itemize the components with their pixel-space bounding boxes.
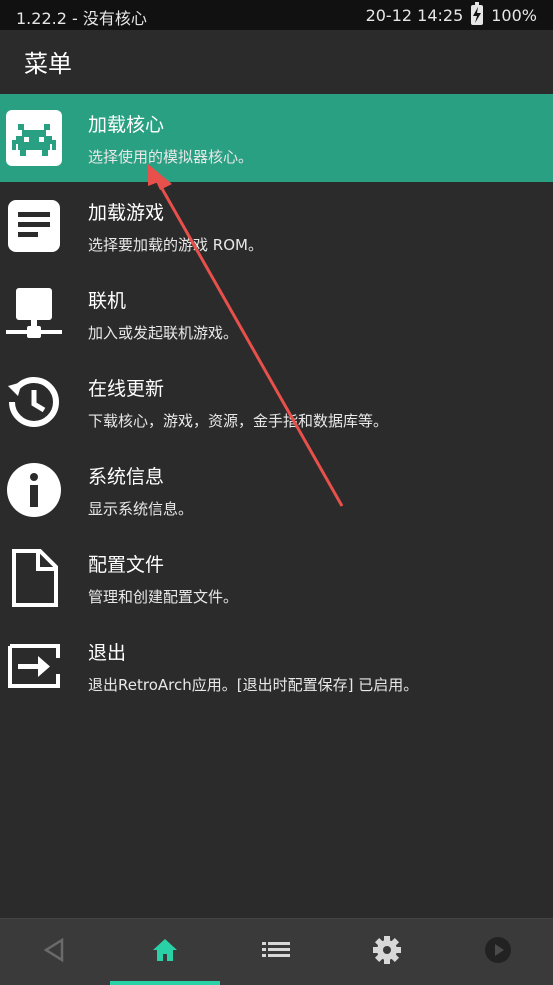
bottom-navigation — [0, 918, 553, 985]
nav-list-button[interactable] — [221, 919, 331, 985]
status-app-version: 1.22.2 - 没有核心 — [16, 9, 147, 28]
menu-item-load-content[interactable]: 加载游戏 选择要加载的游戏 ROM。 — [0, 182, 553, 270]
status-bar: 1.22.2 - 没有核心 20-12 14:25 100% — [0, 0, 553, 30]
menu-item-description: 加入或发起联机游戏。 — [88, 324, 239, 342]
update-clock-icon — [4, 372, 64, 432]
back-triangle-icon — [42, 937, 68, 967]
status-battery-percent: 100% — [491, 5, 537, 25]
menu-item-label: 加载核心 — [88, 114, 165, 136]
nav-selected-indicator — [110, 981, 220, 985]
menu-item-netplay[interactable]: 联机 加入或发起联机游戏。 — [0, 270, 553, 358]
menu-item-description: 选择要加载的游戏 ROM。 — [88, 236, 263, 254]
menu-item-configuration-file[interactable]: 配置文件 管理和创建配置文件。 — [0, 534, 553, 622]
menu-item-label: 加载游戏 — [88, 202, 165, 224]
menu-item-label: 退出 — [88, 642, 127, 664]
page-title: 菜单 — [24, 50, 72, 78]
exit-icon — [4, 636, 64, 696]
network-monitor-icon — [4, 284, 64, 344]
menu-item-label: 配置文件 — [88, 554, 165, 576]
menu-item-label: 联机 — [88, 290, 127, 312]
battery-icon — [471, 2, 484, 25]
file-icon — [4, 548, 64, 608]
menu-item-description: 管理和创建配置文件。 — [88, 588, 239, 606]
play-icon — [484, 936, 512, 968]
menu-item-description: 显示系统信息。 — [88, 500, 194, 518]
home-icon — [151, 937, 179, 967]
nav-home-button[interactable] — [110, 919, 220, 985]
info-icon — [4, 460, 64, 520]
status-time: 20-12 14:25 — [365, 5, 464, 25]
menu-item-description: 退出RetroArch应用。[退出时配置保存] 已启用。 — [88, 676, 419, 694]
nav-back-button[interactable] — [0, 919, 110, 985]
list-icon — [262, 939, 290, 965]
document-lines-icon — [4, 196, 64, 256]
menu-item-information[interactable]: 系统信息 显示系统信息。 — [0, 446, 553, 534]
app-header: 菜单 — [0, 30, 553, 95]
retroarch-invader-icon — [4, 108, 64, 168]
menu-item-quit[interactable]: 退出 退出RetroArch应用。[退出时配置保存] 已启用。 — [0, 622, 553, 710]
gear-icon — [372, 935, 402, 969]
menu-item-load-core[interactable]: 加载核心 选择使用的模拟器核心。 — [0, 94, 553, 182]
menu-item-description: 选择使用的模拟器核心。 — [88, 148, 254, 166]
nav-play-button[interactable] — [443, 919, 553, 985]
nav-settings-button[interactable] — [332, 919, 442, 985]
main-menu: 加载核心 选择使用的模拟器核心。 加载游戏 选择要加载的游戏 ROM。 联机 加… — [0, 94, 553, 710]
menu-item-online-updater[interactable]: 在线更新 下载核心，游戏，资源，金手指和数据库等。 — [0, 358, 553, 446]
menu-item-label: 系统信息 — [88, 466, 165, 488]
menu-item-label: 在线更新 — [88, 378, 165, 400]
menu-item-description: 下载核心，游戏，资源，金手指和数据库等。 — [88, 412, 389, 430]
